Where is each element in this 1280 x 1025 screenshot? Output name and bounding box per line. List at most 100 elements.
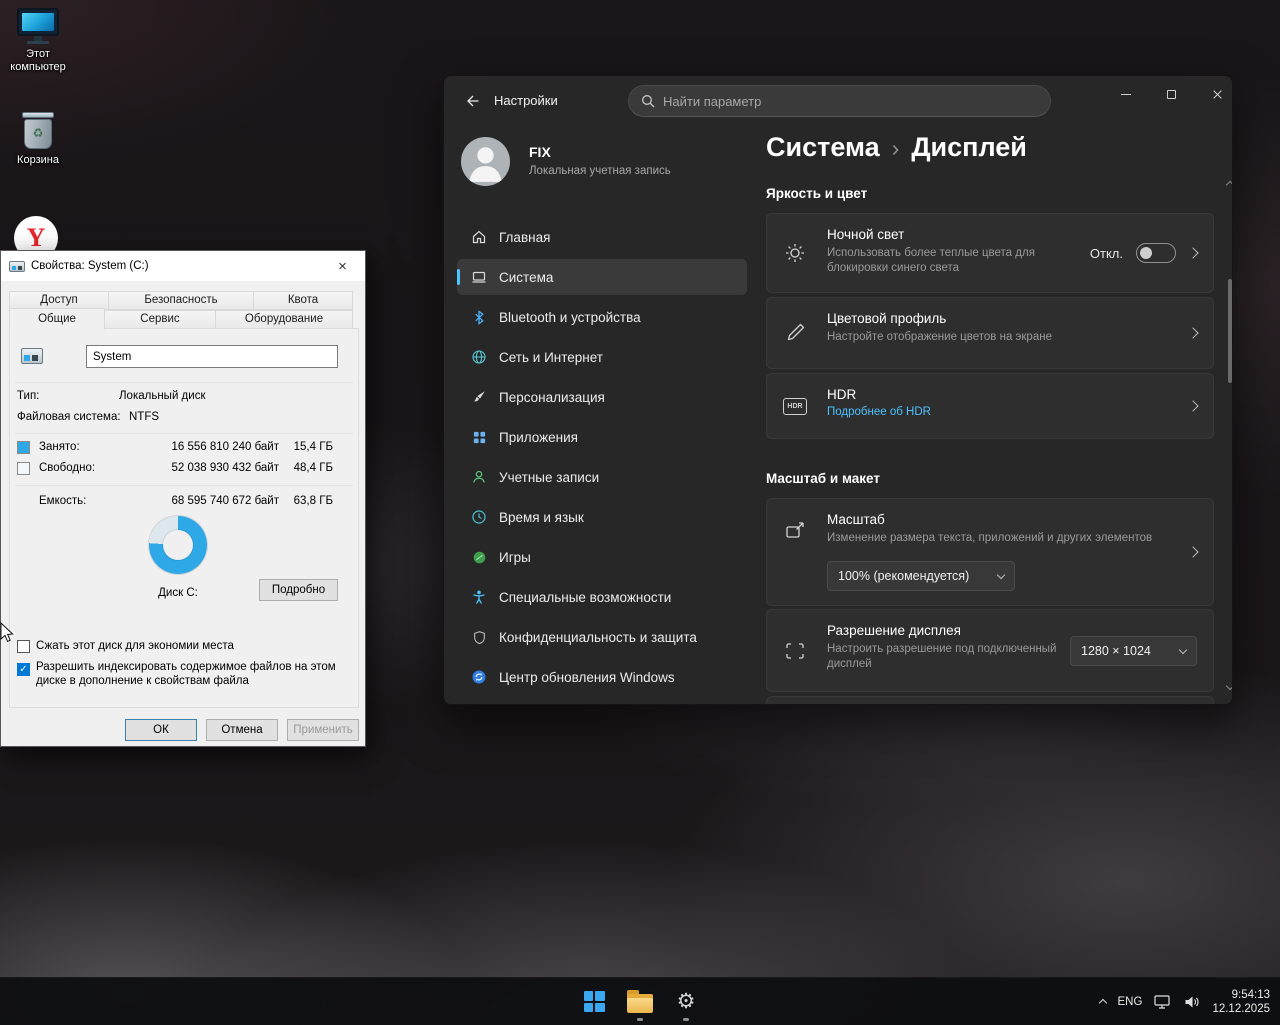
tab-quota[interactable]: Квота	[253, 291, 353, 310]
search-input[interactable]	[663, 94, 1038, 109]
hdr-title: HDR	[827, 387, 1213, 402]
breadcrumb-separator-icon: ›	[892, 133, 900, 162]
index-checkbox-label[interactable]: Разрешить индексировать содержимое файло…	[36, 660, 338, 688]
toggle-knob	[1140, 247, 1152, 259]
sidebar-item-accessibility[interactable]: Специальные возможности	[457, 579, 747, 615]
chevron-right-icon	[1187, 546, 1198, 557]
sidebar-item-windows-update[interactable]: Центр обновления Windows	[457, 659, 747, 695]
sidebar-item-time-language[interactable]: Время и язык	[457, 499, 747, 535]
sidebar-item-gaming[interactable]: Игры	[457, 539, 747, 575]
scrollbar-thumb[interactable]	[1228, 279, 1232, 383]
clock-icon	[469, 507, 489, 527]
sidebar-item-label: Главная	[499, 230, 550, 245]
section-brightness-color: Яркость и цвет	[766, 186, 867, 201]
cancel-button[interactable]: Отмена	[206, 719, 278, 741]
sidebar-item-label: Приложения	[499, 430, 578, 445]
personalization-brush-icon	[469, 387, 489, 407]
scale-dropdown[interactable]: 100% (рекомендуется)	[827, 561, 1015, 591]
sidebar-item-home[interactable]: Главная	[457, 219, 747, 255]
language-indicator[interactable]: ENG	[1118, 996, 1143, 1008]
settings-search-box[interactable]	[628, 85, 1051, 117]
start-button[interactable]	[574, 982, 614, 1022]
bluetooth-icon	[469, 307, 489, 327]
tab-tools[interactable]: Сервис	[104, 310, 216, 329]
color-profile-card[interactable]: Цветовой профиль Настройте отображение ц…	[766, 297, 1214, 369]
details-button[interactable]: Подробно	[259, 579, 338, 601]
sidebar-item-label: Учетные записи	[499, 470, 599, 485]
capacity-label: Емкость:	[39, 495, 86, 507]
scrollbar-down-button[interactable]	[1224, 686, 1233, 689]
desktop-icon-this-pc[interactable]: Этот компьютер	[2, 8, 74, 74]
hdr-learn-more-link[interactable]: Подробнее об HDR	[827, 406, 1213, 418]
sidebar-item-label: Центр обновления Windows	[499, 670, 675, 685]
close-icon	[1212, 89, 1223, 100]
compress-checkbox[interactable]	[17, 640, 30, 653]
sidebar-item-privacy-security[interactable]: Конфиденциальность и защита	[457, 619, 747, 655]
close-button[interactable]	[1195, 78, 1233, 110]
ok-button[interactable]: ОК	[125, 719, 197, 741]
avatar[interactable]	[461, 137, 510, 186]
sidebar-item-system[interactable]: Система	[457, 259, 747, 295]
sidebar-item-label: Специальные возможности	[499, 590, 671, 605]
scrollbar-up-button[interactable]	[1224, 179, 1233, 188]
color-profile-icon	[783, 321, 807, 345]
night-light-card[interactable]: Ночной свет Использовать более теплые цв…	[766, 213, 1214, 293]
chevron-down-icon	[997, 570, 1005, 578]
night-light-toggle[interactable]	[1136, 243, 1176, 263]
sidebar-item-accounts[interactable]: Учетные записи	[457, 459, 747, 495]
sidebar-item-network-internet[interactable]: Сеть и Интернет	[457, 339, 747, 375]
sidebar-item-apps[interactable]: Приложения	[457, 419, 747, 455]
minimize-button[interactable]	[1103, 78, 1148, 110]
night-light-state: Откл.	[1090, 246, 1123, 261]
resolution-dropdown[interactable]: 1280 × 1024	[1070, 636, 1197, 666]
divider	[15, 485, 353, 486]
desktop-icon-label: Корзина	[2, 154, 74, 167]
running-app-indicator	[637, 1018, 643, 1021]
back-arrow-icon	[464, 93, 480, 109]
partial-card[interactable]	[766, 696, 1214, 705]
shield-icon	[469, 627, 489, 647]
type-value: Локальный диск	[119, 390, 205, 402]
sidebar-item-bluetooth-devices[interactable]: Bluetooth и устройства	[457, 299, 747, 335]
display-resolution-card[interactable]: Разрешение дисплея Настроить разрешение …	[766, 609, 1214, 692]
settings-window-title: Настройки	[494, 93, 558, 108]
maximize-button[interactable]	[1149, 78, 1194, 110]
index-checkbox[interactable]: ✓	[17, 663, 30, 676]
settings-app-button[interactable]: ⚙	[666, 982, 706, 1022]
dialog-close-icon[interactable]: ×	[320, 251, 365, 281]
user-name: FIX	[529, 144, 551, 160]
dialog-title: Свойства: System (C:)	[31, 260, 149, 272]
windows-update-icon	[469, 667, 489, 687]
compress-checkbox-label[interactable]: Сжать этот диск для экономии места	[36, 639, 336, 653]
maximize-icon	[1167, 90, 1176, 99]
clock[interactable]: 9:54:13 12.12.2025	[1212, 988, 1270, 1016]
capacity-bytes: 68 595 740 672 байт	[131, 495, 279, 507]
sidebar-item-label: Сеть и Интернет	[499, 350, 603, 365]
desktop-icon-recycle-bin[interactable]: Корзина	[2, 112, 74, 167]
apply-button[interactable]: Применить	[287, 719, 359, 741]
hdr-icon: HDR	[783, 394, 807, 418]
hdr-card[interactable]: HDR HDR Подробнее об HDR	[766, 373, 1214, 439]
network-icon[interactable]	[1154, 995, 1172, 1009]
resolution-dropdown-value: 1280 × 1024	[1081, 644, 1151, 658]
sidebar-item-label: Система	[499, 270, 553, 285]
tray-chevron-up-icon[interactable]	[1098, 999, 1106, 1007]
volume-icon[interactable]	[1184, 995, 1200, 1009]
section-scale-layout: Масштаб и макет	[766, 471, 880, 486]
volume-label-input[interactable]	[86, 345, 338, 368]
tray-time: 9:54:13	[1232, 988, 1270, 1002]
sidebar-item-label: Bluetooth и устройства	[499, 310, 641, 325]
taskbar: ⚙ ENG 9:54:13 12.12.2025	[0, 977, 1280, 1025]
scale-card[interactable]: Масштаб Изменение размера текста, прилож…	[766, 498, 1214, 606]
recycle-bin-icon	[21, 112, 55, 150]
file-explorer-button[interactable]	[620, 982, 660, 1022]
sidebar-item-personalization[interactable]: Персонализация	[457, 379, 747, 415]
back-button[interactable]	[456, 87, 488, 115]
divider	[15, 382, 353, 383]
tab-hardware[interactable]: Оборудование	[215, 310, 353, 329]
person-icon	[461, 137, 510, 186]
breadcrumb-parent[interactable]: Система	[766, 132, 880, 163]
dialog-titlebar[interactable]: Свойства: System (C:) ×	[1, 251, 365, 281]
tab-security[interactable]: Безопасность	[108, 291, 254, 310]
tab-general[interactable]: Общие	[9, 308, 105, 330]
